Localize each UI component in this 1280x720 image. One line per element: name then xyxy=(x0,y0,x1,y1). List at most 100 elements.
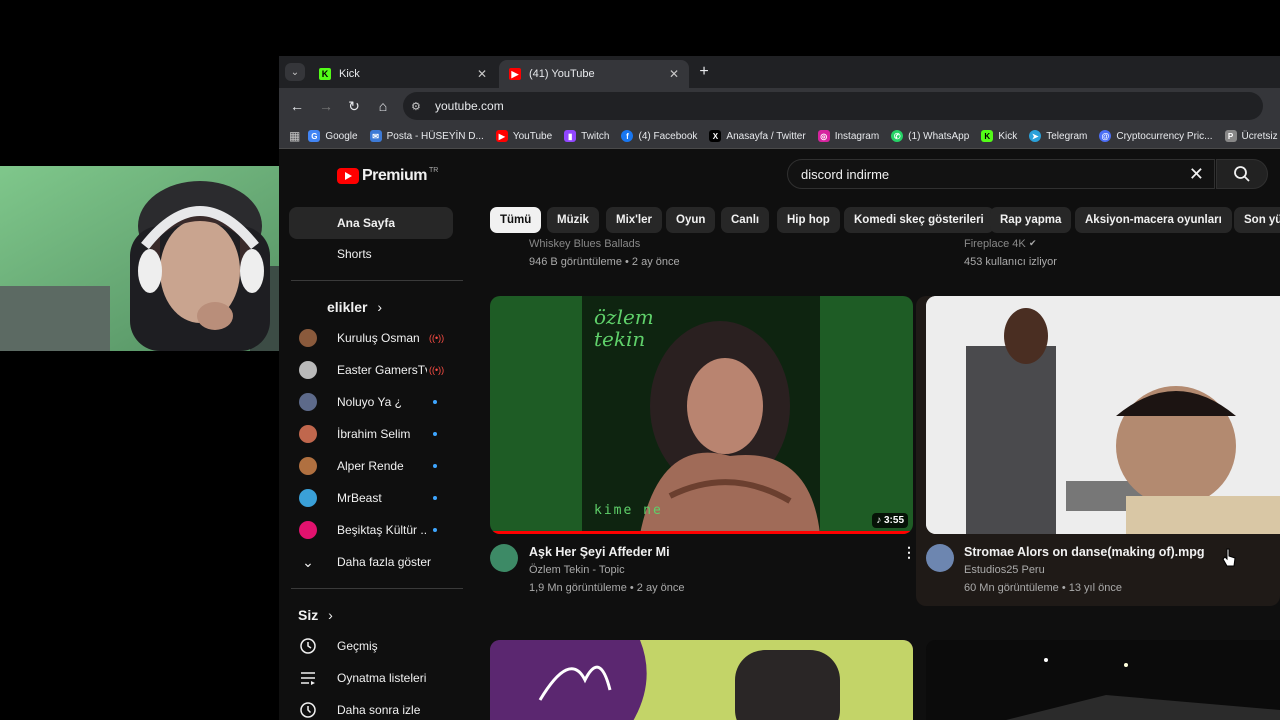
chevron-down-icon: ⌄ xyxy=(302,553,314,570)
sidebar-item-label: Daha sonra izle xyxy=(337,703,421,717)
you-heading[interactable]: Siz › xyxy=(298,607,333,623)
search-button[interactable] xyxy=(1216,159,1268,189)
chip-hiphop[interactable]: Hip hop xyxy=(777,207,840,233)
site-info-icon[interactable]: ⚙ xyxy=(411,100,429,113)
channel-avatar xyxy=(298,392,318,412)
bookmark-youtube[interactable]: ▶ YouTube xyxy=(495,130,552,142)
bookmark-label: Kick xyxy=(998,130,1018,142)
more-actions-icon[interactable]: ⋮ xyxy=(902,544,916,561)
bookmark-label: (4) Facebook xyxy=(638,130,698,142)
sidebar-item-subscription[interactable]: Beşiktaş Kültür ... xyxy=(279,514,463,546)
clear-search-icon[interactable]: ✕ xyxy=(1189,164,1204,185)
chip-gaming[interactable]: Oyun xyxy=(666,207,716,233)
video-meta: 453 kullanıcı izliyor xyxy=(964,256,1057,268)
chip-comedy[interactable]: Komedi skeç gösterileri xyxy=(844,207,994,233)
home-button[interactable]: ⌂ xyxy=(374,97,392,115)
forward-button[interactable]: → xyxy=(317,97,335,115)
video-title[interactable]: Stromae Alors on danse(making of).mpg xyxy=(964,545,1205,559)
chip-rap[interactable]: Rap yapma xyxy=(990,207,1072,233)
bookmarks-bar: ▦ G Google ✉ Posta - HÜSEYİN D... ▶ YouTube… xyxy=(279,124,1280,149)
new-content-dot xyxy=(433,432,437,436)
video-channel[interactable]: Estudios25 Peru xyxy=(964,564,1045,576)
crypto-icon: @ xyxy=(1099,130,1112,142)
sidebar-item-label: Ana Sayfa xyxy=(337,216,396,230)
channel-avatar[interactable] xyxy=(490,544,518,572)
chip-mixes[interactable]: Mix'ler xyxy=(606,207,662,233)
section-title: Siz xyxy=(298,607,319,623)
video-meta: 1,9 Mn görüntüleme • 2 ay önce xyxy=(529,582,685,594)
chip-action-adventure[interactable]: Aksiyon-macera oyunları xyxy=(1075,207,1232,233)
video-title[interactable]: Aşk Her Şeyi Affeder Mi xyxy=(529,545,670,559)
video-thumbnail[interactable] xyxy=(926,296,1280,534)
video-still xyxy=(490,640,913,720)
sidebar-item-history[interactable]: Geçmiş xyxy=(279,630,463,662)
sidebar-item-subscription[interactable]: İbrahim Selim xyxy=(279,418,463,450)
sidebar-item-subscription[interactable]: Easter GamersTv ((•)) xyxy=(279,354,463,386)
bookmark-google[interactable]: G Google xyxy=(308,130,358,142)
instagram-icon: ◎ xyxy=(817,130,830,142)
telegram-icon: ➤ xyxy=(1029,130,1042,142)
mouse-cursor-icon xyxy=(1222,548,1236,567)
chip-all[interactable]: Tümü xyxy=(490,207,542,233)
bookmark-kick[interactable]: K Kick xyxy=(981,130,1017,142)
bookmark-label: Instagram xyxy=(834,130,880,142)
sidebar-item-watch-later[interactable]: Daha sonra izle xyxy=(279,694,463,720)
bookmark-instagram[interactable]: ◎ Instagram xyxy=(817,130,880,142)
tab-title: (41) YouTube xyxy=(529,68,595,80)
bookmark-telegram[interactable]: ➤ Telegram xyxy=(1029,130,1087,142)
kick-icon: K xyxy=(319,68,331,80)
close-icon[interactable]: ✕ xyxy=(669,67,679,81)
bookmark-facebook[interactable]: f (4) Facebook xyxy=(621,130,697,142)
bookmark-label: Anasayfa / Twitter xyxy=(726,130,806,142)
new-tab-button[interactable]: + xyxy=(695,63,713,81)
watch-later-icon xyxy=(298,700,318,720)
address-url: youtube.com xyxy=(435,99,504,113)
sidebar-item-home[interactable]: Ana Sayfa xyxy=(289,207,453,239)
sidebar-item-playlists[interactable]: Oynatma listeleri xyxy=(279,662,463,694)
sidebar-item-shorts[interactable]: Shorts xyxy=(279,238,463,270)
duration-text: 3:55 xyxy=(883,515,904,526)
chip-recent[interactable]: Son yükl xyxy=(1234,207,1280,233)
video-channel[interactable]: Fireplace 4K xyxy=(964,238,1026,250)
bookmark-label: Posta - HÜSEYİN D... xyxy=(386,130,484,142)
tab-search-button[interactable]: ⌄ xyxy=(285,63,305,81)
back-button[interactable]: ← xyxy=(288,97,306,115)
video-thumbnail[interactable]: özlem tekin kime ne ♪ 3:55 xyxy=(490,296,913,534)
channel-avatar[interactable] xyxy=(926,544,954,572)
apps-grid-icon[interactable]: ▦ xyxy=(289,129,300,143)
bookmark-posta[interactable]: ✉ Posta - HÜSEYİN D... xyxy=(369,130,484,142)
youtube-logo[interactable]: Premium TR xyxy=(337,167,438,185)
kick-icon: K xyxy=(981,130,994,142)
bookmark-label: Google xyxy=(325,130,358,142)
chip-live[interactable]: Canlı xyxy=(721,207,770,233)
bookmark-label: Telegram xyxy=(1046,130,1088,142)
bookmark-crypto[interactable]: @ Cryptocurrency Pric... xyxy=(1099,130,1213,142)
show-more-button[interactable]: ⌄ Daha fazla göster xyxy=(279,546,463,578)
bookmark-twitch[interactable]: ▮ Twitch xyxy=(564,130,609,142)
search-query: discord indirme xyxy=(801,166,890,182)
subscriptions-heading[interactable]: elikler › xyxy=(327,299,382,315)
bookmark-ucretsiz[interactable]: P Ücretsiz xyxy=(1224,130,1278,142)
album-subtitle-text: kime ne xyxy=(594,503,663,518)
chip-music[interactable]: Müzik xyxy=(547,207,599,233)
filter-chips: Tümü Müzik Mix'ler Oyun Canlı Hip hop Ko… xyxy=(490,207,1280,233)
reload-button[interactable]: ↻ xyxy=(345,97,363,115)
channel-avatar xyxy=(298,328,318,348)
close-icon[interactable]: ✕ xyxy=(477,67,487,81)
tab-youtube[interactable]: ▶ (41) YouTube ✕ xyxy=(499,60,689,88)
video-thumbnail[interactable] xyxy=(490,640,913,720)
search-input[interactable]: discord indirme ✕ xyxy=(787,159,1215,189)
sidebar-item-subscription[interactable]: Noluyo Ya ¿ xyxy=(279,386,463,418)
sidebar-item-subscription[interactable]: Alper Rende xyxy=(279,450,463,482)
video-channel[interactable]: Özlem Tekin - Topic xyxy=(529,564,625,576)
live-icon: ((•)) xyxy=(429,365,445,375)
sidebar-item-subscription[interactable]: Kuruluş Osman ((•)) xyxy=(279,322,463,354)
address-bar[interactable]: ⚙ youtube.com xyxy=(403,92,1263,120)
watch-progress-bar xyxy=(490,531,913,534)
video-thumbnail[interactable] xyxy=(926,640,1280,720)
bookmark-whatsapp[interactable]: ✆ (1) WhatsApp xyxy=(891,130,969,142)
bookmark-twitter[interactable]: X Anasayfa / Twitter xyxy=(709,130,806,142)
sidebar-item-subscription[interactable]: MrBeast xyxy=(279,482,463,514)
video-channel[interactable]: Whiskey Blues Ballads xyxy=(529,238,640,250)
tab-kick[interactable]: K Kick ✕ xyxy=(309,60,497,88)
